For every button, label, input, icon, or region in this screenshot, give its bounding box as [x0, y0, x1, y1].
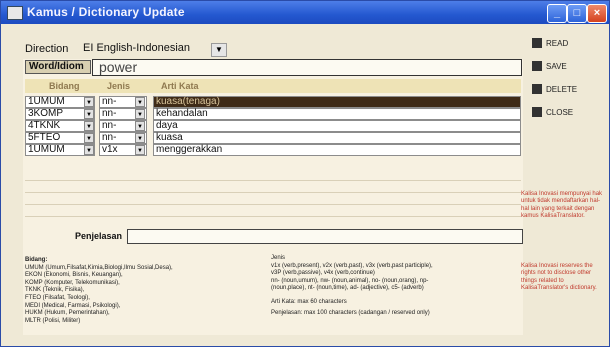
save-icon: [532, 61, 542, 71]
word-input[interactable]: power: [92, 59, 522, 76]
arti-cell[interactable]: menggerakkan: [153, 144, 521, 156]
note-indonesian: Kalisa Inovasi mempunyai hak untuk tidak…: [521, 191, 603, 220]
close-window-button[interactable]: ×: [587, 4, 607, 23]
bidang-note-line: TKNK (Teknik, Fisika),: [25, 287, 85, 294]
arti-cell[interactable]: kuasa(tenaga): [153, 96, 521, 108]
jenis-note-line: Jenis: [271, 255, 286, 261]
bidang-notes: Bidang: UMUM (Umum,Filsafat,Kimia,Biolog…: [25, 257, 265, 325]
bidang-note-line: EKON (Ekonomi, Bisnis, Keuangan),: [25, 272, 123, 279]
save-label: SAVE: [546, 62, 567, 71]
empty-grid-rows[interactable]: [25, 169, 521, 227]
table-row[interactable]: 1UMUM ▼ nn- ▼ kuasa(tenaga): [25, 96, 521, 108]
arti-cell[interactable]: kuasa: [153, 132, 521, 144]
word-label: Word/Idiom: [25, 60, 91, 74]
chevron-down-icon[interactable]: ▼: [135, 97, 145, 107]
window-title: Kamus / Dictionary Update: [27, 5, 185, 19]
chevron-down-icon[interactable]: ▼: [84, 109, 94, 119]
penjelasan-label: Penjelasan: [75, 231, 123, 241]
direction-dropdown-arrow[interactable]: ▼: [211, 43, 227, 57]
bidang-note-line: MLTR (Polisi, Militer): [25, 317, 81, 324]
bidang-note-line: HUKM (Hukum, Pemerintahan),: [25, 310, 110, 317]
delete-icon: [532, 84, 542, 94]
save-button[interactable]: SAVE: [532, 58, 600, 75]
chevron-down-icon[interactable]: ▼: [135, 121, 145, 131]
bidang-note-line: UMUM (Umum,Filsafat,Kimia,Biologi,Ilmu S…: [25, 264, 173, 271]
chevron-down-icon[interactable]: ▼: [135, 109, 145, 119]
bidang-note-line: Bidang:: [25, 257, 48, 263]
chevron-down-icon[interactable]: ▼: [84, 97, 94, 107]
bidang-note-line: KOMP (Komputer, Telekomunikasi),: [25, 279, 120, 286]
jenis-note-line: v3P (verb,passive), v4x (verb,continue): [271, 270, 375, 277]
jenis-note-line: (noun,place), nt- (noun,time), ad- (adje…: [271, 285, 424, 292]
chevron-down-icon[interactable]: ▼: [135, 133, 145, 143]
jenis-note-line: Arti Kata: max 60 characters: [271, 298, 347, 305]
header-jenis: Jenis: [107, 81, 131, 91]
jenis-note-line: Penjelasan: max 100 characters (cadangan…: [271, 309, 430, 316]
table-row[interactable]: 3KOMP ▼ nn- ▼ kehandalan: [25, 108, 521, 120]
read-label: READ: [546, 39, 569, 48]
table-row[interactable]: 5FTEO ▼ nn- ▼ kuasa: [25, 132, 521, 144]
app-icon: [7, 6, 23, 20]
chevron-down-icon[interactable]: ▼: [135, 145, 145, 155]
jenis-note-line: v1x (verb,present), v2x (verb,past), v3x…: [271, 262, 433, 269]
title-bar: Kamus / Dictionary Update _ □ ×: [1, 1, 609, 24]
maximize-button[interactable]: □: [567, 4, 587, 23]
bidang-note-line: MEDI (Medical, Farmasi, Psikologi),: [25, 302, 121, 309]
chevron-down-icon[interactable]: ▼: [84, 133, 94, 143]
close-icon: [532, 107, 542, 117]
chevron-down-icon[interactable]: ▼: [84, 121, 94, 131]
direction-label: Direction: [25, 43, 69, 55]
table-row[interactable]: 4TKNK ▼ nn- ▼ daya: [25, 120, 521, 132]
bidang-note-line: FTEO (Filsafat, Teologi),: [25, 294, 90, 301]
delete-button[interactable]: DELETE: [532, 81, 600, 98]
table-row[interactable]: 1UMUM ▼ v1x ▼ menggerakkan: [25, 144, 521, 156]
header-bidang: Bidang: [49, 81, 80, 91]
chevron-down-icon[interactable]: ▼: [84, 145, 94, 155]
minimize-button[interactable]: _: [547, 4, 567, 23]
jenis-notes: Jenis v1x (verb,present), v2x (verb,past…: [271, 255, 521, 317]
note-english: Kalisa Inovasi reserves the rights not t…: [521, 263, 597, 292]
close-button[interactable]: CLOSE: [532, 104, 600, 121]
read-button[interactable]: READ: [532, 35, 600, 52]
arti-cell[interactable]: daya: [153, 120, 521, 132]
close-label: CLOSE: [546, 108, 574, 117]
jenis-note-line: nn- (noun,umum), nw- (noun,animal), no- …: [271, 277, 429, 284]
penjelasan-input[interactable]: [127, 229, 523, 244]
arti-cell[interactable]: kehandalan: [153, 108, 521, 120]
dictionary-window: Kamus / Dictionary Update _ □ × Directio…: [0, 0, 610, 347]
grid-header: Bidang Jenis Arti Kata: [25, 79, 521, 93]
read-icon: [532, 38, 542, 48]
delete-label: DELETE: [546, 85, 578, 94]
direction-select[interactable]: EI English-Indonesian: [83, 42, 201, 55]
header-arti: Arti Kata: [161, 81, 199, 91]
